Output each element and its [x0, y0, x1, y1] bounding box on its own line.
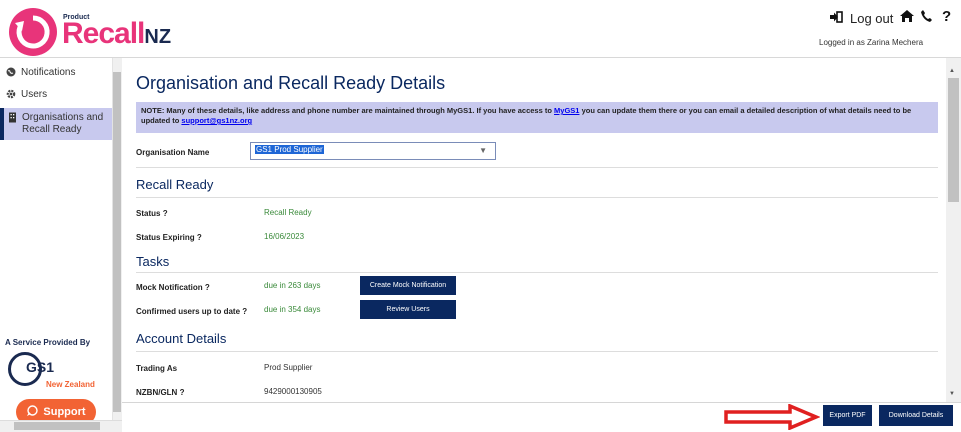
divider: [136, 167, 938, 168]
sidebar-item-notifications[interactable]: Notifications: [6, 67, 75, 81]
sidebar-horizontal-scrollbar-thumb[interactable]: [14, 422, 100, 430]
trading-as-label: Trading As: [136, 364, 178, 373]
tasks-heading: Tasks: [136, 254, 170, 269]
sidebar-item-label: Notifications: [21, 67, 76, 78]
org-name-select[interactable]: GS1 Prod Supplier ▼: [250, 142, 496, 160]
scroll-down-icon[interactable]: ▼: [949, 391, 955, 397]
help-question-icon[interactable]: ?: [163, 209, 168, 218]
download-details-button[interactable]: Download Details: [879, 405, 953, 426]
mock-notification-value: due in 263 days: [264, 281, 321, 290]
red-arrow-icon: [724, 404, 820, 430]
sidebar-item-organisations[interactable]: Organisations and Recall Ready: [0, 108, 112, 140]
mock-notification-label: Mock Notification ?: [136, 283, 210, 292]
gear-icon: [6, 89, 16, 103]
create-mock-notification-button[interactable]: Create Mock Notification: [360, 276, 456, 295]
sidebar-scrollbar-thumb[interactable]: [113, 72, 121, 412]
confirmed-users-value: due in 354 days: [264, 305, 321, 314]
building-icon: [8, 112, 17, 127]
main-scrollbar-thumb[interactable]: [948, 78, 959, 202]
confirmed-users-label: Confirmed users up to date ?: [136, 307, 248, 316]
divider: [136, 272, 938, 273]
help-question-icon[interactable]: ?: [197, 233, 202, 242]
logout-button[interactable]: Log out: [829, 11, 893, 26]
gs1-region-text: New Zealand: [46, 380, 95, 389]
trading-as-value: Prod Supplier: [264, 363, 313, 372]
help-question-icon[interactable]: ?: [205, 283, 210, 292]
logout-label: Log out: [850, 11, 894, 26]
divider: [136, 351, 938, 352]
logo-text: RecallNZ: [62, 18, 171, 53]
globe-icon: [6, 67, 16, 81]
logo-main: Recall: [62, 17, 145, 50]
sidebar-item-label: Organisations and Recall Ready: [22, 112, 104, 135]
status-expiring-label: Status Expiring ?: [136, 233, 202, 242]
mygs1-link[interactable]: MyGS1: [554, 106, 579, 115]
logged-in-text: Logged in as Zarina Mechera: [819, 38, 924, 47]
home-icon[interactable]: [899, 9, 915, 27]
status-expiring-value: 16/06/2023: [264, 232, 305, 241]
sidebar-item-label: Users: [21, 89, 48, 100]
nzbn-value: 9429000130905: [264, 387, 322, 396]
recallnz-logo-icon: [9, 8, 57, 56]
sidebar-item-users[interactable]: Users: [6, 89, 47, 103]
chat-bubble-icon: [26, 404, 39, 420]
recall-ready-heading: Recall Ready: [136, 177, 214, 192]
app-header: Product RecallNZ Log out ? Logged in as …: [0, 0, 961, 58]
note-text-1: NOTE: Many of these details, like addres…: [141, 106, 552, 115]
nzbn-label: NZBN/GLN ?: [136, 388, 185, 397]
support-email-link[interactable]: support@gs1nz.org: [181, 116, 252, 125]
scroll-up-icon[interactable]: ▲: [949, 68, 955, 74]
chevron-down-icon: ▼: [479, 146, 487, 155]
export-pdf-button[interactable]: Export PDF: [823, 405, 872, 426]
org-name-label: Organisation Name: [136, 148, 210, 157]
help-icon[interactable]: ?: [942, 8, 951, 25]
logo-suffix: NZ: [144, 26, 172, 48]
status-value: Recall Ready: [264, 208, 312, 217]
account-details-heading: Account Details: [136, 331, 227, 346]
status-label: Status ?: [136, 209, 168, 218]
gs1-logo-text: GS1: [26, 359, 55, 375]
sign-out-icon: [829, 11, 843, 26]
divider: [136, 197, 938, 198]
org-name-value: GS1 Prod Supplier: [255, 145, 324, 154]
support-label: Support: [43, 406, 86, 418]
help-question-icon[interactable]: ?: [242, 307, 247, 316]
note-banner: NOTE: Many of these details, like addres…: [136, 102, 938, 133]
phone-icon[interactable]: [920, 9, 933, 27]
service-provided-label: A Service Provided By: [5, 338, 91, 347]
page-title: Organisation and Recall Ready Details: [136, 73, 446, 93]
review-users-button[interactable]: Review Users: [360, 300, 456, 319]
help-question-icon[interactable]: ?: [180, 388, 185, 397]
